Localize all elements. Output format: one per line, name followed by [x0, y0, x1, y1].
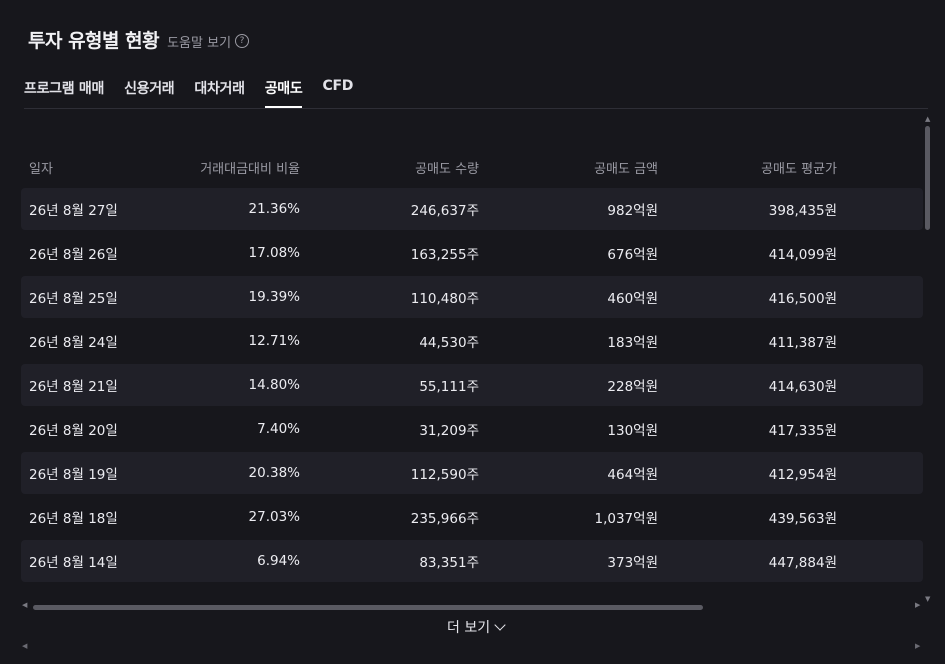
- column-header-ratio: 거래대금대비 비율: [200, 161, 300, 177]
- table-row: 26년 8월 20일 7.40% 31,209주 130억원 417,335원: [21, 408, 923, 450]
- table-row: 26년 8월 19일 20.38% 112,590주 464억원 412,954원: [21, 452, 923, 494]
- question-circle-icon: ?: [235, 34, 250, 48]
- cell-volume: 235,966주: [410, 511, 479, 527]
- cell-date: 26년 8월 24일: [29, 335, 118, 351]
- cell-amount: 1,037억원: [594, 511, 659, 527]
- cell-volume: 163,255주: [410, 247, 479, 263]
- cell-avg-price: 411,387원: [768, 335, 837, 351]
- help-link-label: 도움말 보기: [167, 35, 232, 51]
- table-row: 26년 8월 18일 27.03% 235,966주 1,037억원 439,563원: [21, 496, 923, 538]
- section-header: 투자 유형별 현황 도움말 보기 ?: [28, 26, 250, 53]
- cell-avg-price: 447,884원: [768, 555, 837, 571]
- table-row: 26년 8월 26일 17.08% 163,255주 676억원 414,099원: [21, 232, 923, 274]
- table-row: 26년 8월 25일 19.39% 110,480주 460억원 416,500원: [21, 276, 923, 318]
- cell-amount: 373억원: [607, 555, 658, 571]
- cell-date: 26년 8월 27일: [29, 203, 118, 219]
- cell-avg-price: 416,500원: [768, 291, 837, 307]
- cell-avg-price: 417,335원: [768, 423, 837, 439]
- cell-volume: 44,530주: [419, 335, 479, 351]
- cell-ratio: 17.08%: [248, 245, 300, 261]
- tab-program-trading[interactable]: 프로그램 매매: [24, 78, 104, 108]
- cell-volume: 110,480주: [410, 291, 479, 307]
- tab-stock-lending[interactable]: 대차거래: [194, 78, 245, 108]
- cell-volume: 246,637주: [410, 203, 479, 219]
- table-header: 일자 거래대금대비 비율 공매도 수량 공매도 금액 공매도 평균가: [21, 156, 923, 178]
- cell-avg-price: 414,099원: [768, 247, 837, 263]
- cell-avg-price: 412,954원: [768, 467, 837, 483]
- table-row: 26년 8월 14일 6.94% 83,351주 373억원 447,884원: [21, 540, 923, 582]
- tab-short-selling[interactable]: 공매도: [264, 78, 303, 108]
- short-selling-table[interactable]: 일자 거래대금대비 비율 공매도 수량 공매도 금액 공매도 평균가 26년 8…: [21, 112, 923, 604]
- table-row: 26년 8월 27일 21.36% 246,637주 982억원 398,435원: [21, 188, 923, 230]
- cell-volume: 112,590주: [410, 467, 479, 483]
- cell-amount: 130억원: [607, 423, 658, 439]
- cell-amount: 676억원: [607, 247, 658, 263]
- cell-amount: 982억원: [607, 203, 658, 219]
- column-header-avg-price: 공매도 평균가: [761, 161, 837, 177]
- cell-date: 26년 8월 25일: [29, 291, 118, 307]
- cell-volume: 55,111주: [419, 379, 479, 395]
- cell-date: 26년 8월 21일: [29, 379, 118, 395]
- cell-date: 26년 8월 26일: [29, 247, 118, 263]
- column-header-volume: 공매도 수량: [415, 161, 479, 177]
- show-more-label: 더 보기: [447, 620, 491, 636]
- cell-ratio: 27.03%: [248, 509, 300, 525]
- cell-ratio: 21.36%: [248, 201, 300, 217]
- scroll-right-arrow-icon[interactable]: ▶: [915, 601, 920, 609]
- cell-ratio: 6.94%: [257, 553, 300, 569]
- tab-divider: [24, 108, 928, 109]
- cell-ratio: 19.39%: [248, 289, 300, 305]
- help-link[interactable]: 도움말 보기 ?: [167, 32, 250, 51]
- cell-avg-price: 414,630원: [768, 379, 837, 395]
- cell-amount: 464억원: [607, 467, 658, 483]
- cell-amount: 183억원: [607, 335, 658, 351]
- cell-amount: 460억원: [607, 291, 658, 307]
- chevron-down-icon: [494, 619, 506, 631]
- page-scroll-right-arrow-icon[interactable]: ▶: [915, 642, 920, 650]
- cell-date: 26년 8월 14일: [29, 555, 118, 571]
- cell-volume: 31,209주: [419, 423, 479, 439]
- table-row: 26년 8월 24일 12.71% 44,530주 183억원 411,387원: [21, 320, 923, 362]
- show-more-button[interactable]: 더 보기: [447, 617, 506, 637]
- cell-ratio: 20.38%: [248, 465, 300, 481]
- column-header-amount: 공매도 금액: [594, 161, 658, 177]
- column-header-date: 일자: [29, 161, 53, 177]
- scroll-down-arrow-icon[interactable]: ▼: [925, 595, 930, 603]
- table-row: 26년 8월 21일 14.80% 55,111주 228억원 414,630원: [21, 364, 923, 406]
- horizontal-scrollbar-thumb[interactable]: [33, 605, 703, 610]
- cell-volume: 83,351주: [419, 555, 479, 571]
- cell-date: 26년 8월 20일: [29, 423, 118, 439]
- page-scroll-left-arrow-icon[interactable]: ◀: [22, 642, 27, 650]
- cell-amount: 228억원: [607, 379, 658, 395]
- vertical-scrollbar-thumb[interactable]: [925, 126, 930, 230]
- tab-bar: 프로그램 매매 신용거래 대차거래 공매도 CFD: [24, 78, 353, 108]
- cell-ratio: 14.80%: [248, 377, 300, 393]
- tab-credit-trading[interactable]: 신용거래: [124, 78, 175, 108]
- cell-ratio: 12.71%: [248, 333, 300, 349]
- cell-date: 26년 8월 19일: [29, 467, 118, 483]
- page-title: 투자 유형별 현황: [28, 30, 160, 52]
- cell-avg-price: 398,435원: [768, 203, 837, 219]
- scroll-up-arrow-icon[interactable]: ▲: [925, 115, 930, 123]
- cell-avg-price: 439,563원: [768, 511, 837, 527]
- cell-date: 26년 8월 18일: [29, 511, 118, 527]
- cell-ratio: 7.40%: [257, 421, 300, 437]
- scroll-left-arrow-icon[interactable]: ◀: [22, 601, 27, 609]
- tab-cfd[interactable]: CFD: [322, 78, 353, 108]
